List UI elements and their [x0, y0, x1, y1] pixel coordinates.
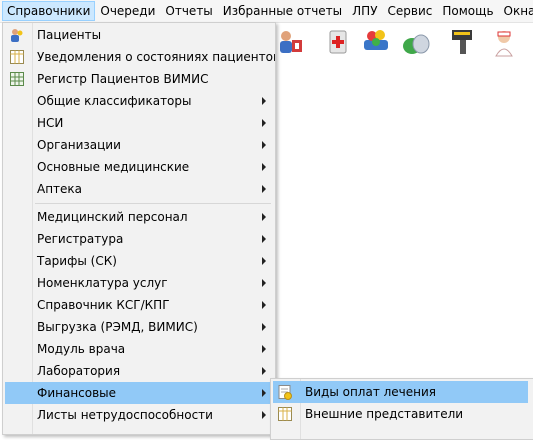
menu-item-label: Регистратура: [37, 232, 124, 246]
menu-ocheredi[interactable]: Очереди: [95, 1, 160, 21]
submenu-finansovye: Виды оплат лечения Внешние представители: [270, 378, 533, 440]
menu-bar: Справочники Очереди Отчеты Избранные отч…: [0, 0, 533, 23]
submenu-arrow-icon: [262, 119, 266, 127]
menu-spravochniki[interactable]: Справочники: [2, 1, 96, 21]
submenu-arrow-icon: [262, 301, 266, 309]
table-icon: [10, 50, 24, 64]
menu-item-registr-vimis[interactable]: Регистр Пациентов ВИМИС: [5, 68, 273, 90]
menu-item-apteka[interactable]: Аптека: [5, 178, 273, 200]
submenu-arrow-icon: [262, 257, 266, 265]
menu-item-organizatsii[interactable]: Организации: [5, 134, 273, 156]
submenu-arrow-icon: [262, 213, 266, 221]
menu-izbrannye-otchety[interactable]: Избранные отчеты: [218, 1, 347, 21]
menu-item-label: Тарифы (СК): [37, 254, 117, 268]
barcode-scanner-icon[interactable]: [446, 26, 478, 58]
payment-icon: [278, 385, 292, 400]
menu-item-label: Листы нетрудоспособности: [37, 408, 213, 422]
menu-item-label: Выгрузка (РЭМД, ВИМИС): [37, 320, 198, 334]
menu-item-spravochnik-ksg[interactable]: Справочник КСГ/КПГ: [5, 294, 273, 316]
grid-icon: [10, 72, 24, 86]
submenu-arrow-icon: [262, 367, 266, 375]
menu-okna[interactable]: Окна: [499, 1, 533, 21]
menu-item-label: Медицинский персонал: [37, 210, 188, 224]
submenu-arrow-icon: [262, 185, 266, 193]
submenu-arrow-icon: [262, 141, 266, 149]
menu-item-nsi[interactable]: НСИ: [5, 112, 273, 134]
patients-icon[interactable]: [274, 26, 306, 58]
menu-item-label: НСИ: [37, 116, 64, 130]
menu-lpu[interactable]: ЛПУ: [347, 1, 382, 21]
menu-item-nomenklatura-uslug[interactable]: Номенклатура услуг: [5, 272, 273, 294]
menu-separator: [35, 203, 271, 204]
menu-item-vygruzka[interactable]: Выгрузка (РЭМД, ВИМИС): [5, 316, 273, 338]
pills-icon[interactable]: [360, 26, 392, 58]
submenu-arrow-icon: [262, 235, 266, 243]
menu-item-label: Лаборатория: [37, 364, 121, 378]
menu-item-modul-vracha[interactable]: Модуль врача: [5, 338, 273, 360]
menu-item-label: Организации: [37, 138, 121, 152]
medicine-box-icon[interactable]: [322, 26, 354, 58]
table-icon: [278, 407, 292, 421]
menu-item-label: Справочник КСГ/КПГ: [37, 298, 170, 312]
menu-pomosch[interactable]: Помощь: [437, 1, 498, 21]
menu-otchety[interactable]: Отчеты: [160, 1, 217, 21]
menu-item-label: Модуль врача: [37, 342, 126, 356]
submenu-item-vneshnie-predstaviteli[interactable]: Внешние представители: [273, 403, 528, 425]
menu-item-label: Общие классификаторы: [37, 94, 192, 108]
menu-item-finansovye[interactable]: Финансовые: [5, 382, 273, 404]
submenu-arrow-icon: [262, 97, 266, 105]
capsule-icon[interactable]: [400, 26, 432, 58]
menu-servis[interactable]: Сервис: [383, 1, 438, 21]
menu-item-label: Основные медицинские: [37, 160, 190, 174]
menu-item-registratura[interactable]: Регистратура: [5, 228, 273, 250]
menu-item-label: Финансовые: [37, 386, 117, 400]
menu-item-label: Регистр Пациентов ВИМИС: [37, 72, 209, 86]
submenu-arrow-icon: [262, 163, 266, 171]
menu-item-obschie-klassifikatory[interactable]: Общие классификаторы: [5, 90, 273, 112]
submenu-arrow-icon: [262, 345, 266, 353]
menu-item-label: Уведомления о состояниях пациентов: [37, 50, 276, 64]
submenu-arrow-icon: [262, 323, 266, 331]
menu-item-osnovnye-meditsinskie[interactable]: Основные медицинские: [5, 156, 273, 178]
patients-icon: [11, 29, 23, 42]
menu-item-label: Номенклатура услуг: [37, 276, 168, 290]
submenu-arrow-icon: [262, 389, 266, 397]
menu-item-laboratoriya[interactable]: Лаборатория: [5, 360, 273, 382]
dropdown-menu-spravochniki: Пациенты Уведомления о состояниях пациен…: [2, 22, 276, 435]
submenu-arrow-icon: [262, 411, 266, 419]
menu-item-tarify[interactable]: Тарифы (СК): [5, 250, 273, 272]
submenu-item-label: Внешние представители: [305, 407, 464, 421]
submenu-item-vidy-oplat[interactable]: Виды оплат лечения: [273, 381, 528, 403]
menu-item-listy-netrudosposobnosti[interactable]: Листы нетрудоспособности: [5, 404, 273, 426]
menu-item-label: Пациенты: [37, 28, 102, 42]
menu-item-label: Аптека: [37, 182, 83, 196]
nurse-icon[interactable]: [488, 26, 520, 58]
submenu-item-label: Виды оплат лечения: [305, 385, 437, 399]
menu-item-uvedomleniya[interactable]: Уведомления о состояниях пациентов: [5, 46, 276, 68]
menu-item-patsienty[interactable]: Пациенты: [5, 24, 273, 46]
submenu-arrow-icon: [262, 279, 266, 287]
menu-item-meditsinskiy-personal[interactable]: Медицинский персонал: [5, 206, 273, 228]
